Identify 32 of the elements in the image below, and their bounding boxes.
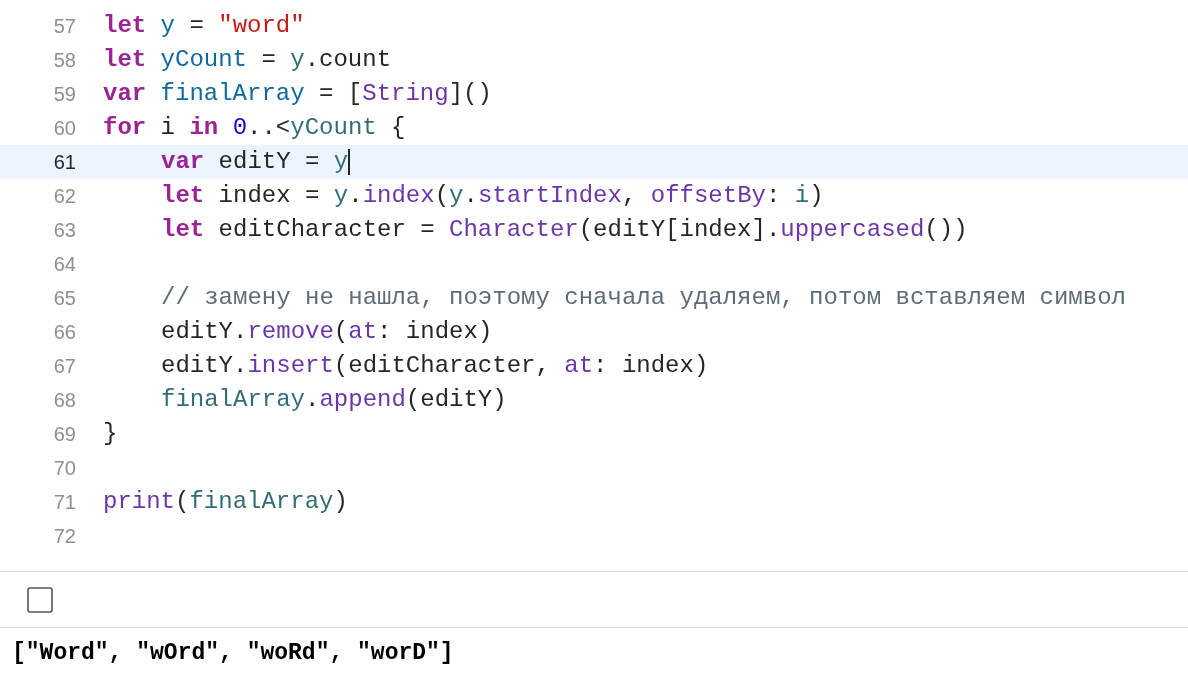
line-number: 65: [52, 286, 76, 311]
line-number: 60: [52, 116, 76, 141]
code-line: let yCount = y.count: [103, 45, 392, 75]
line-number: 72: [52, 524, 76, 549]
line-number: 66: [52, 320, 76, 345]
code-line: let index = y.index(y.startIndex, offsetBy: i): [160, 181, 824, 211]
code-line: for i in 0..<yCount {: [103, 113, 406, 143]
line-number: 69: [52, 422, 76, 447]
code-line: let editCharacter = Character(editY[index].uppercased()): [160, 215, 968, 245]
console-output: ["Word", "wOrd", "woRd", "worD"]: [12, 640, 454, 666]
text-cursor: [348, 149, 351, 175]
line-number: 59: [52, 82, 76, 107]
line-number: 62: [52, 184, 76, 209]
code-line: var finalArray = [String](): [103, 79, 492, 109]
line-number: 58: [52, 48, 76, 73]
code-line: print(finalArray): [103, 487, 348, 517]
line-number: 63: [52, 218, 76, 243]
line-number: 70: [52, 456, 76, 481]
line-number: 67: [52, 354, 76, 379]
line-number: 61: [52, 150, 76, 175]
code-line: let y = "word": [103, 11, 305, 41]
line-number: 68: [52, 388, 76, 413]
code-line: // замену не нашла, поэтому сначала удаляем, потом вставляем символ: [160, 283, 1126, 313]
code-line: var editY = y: [160, 147, 349, 177]
line-number: 64: [52, 252, 76, 277]
code-line: }: [103, 419, 118, 449]
square-icon[interactable]: [27, 586, 53, 613]
code-line: finalArray.append(editY): [160, 385, 507, 415]
code-line: editY.remove(at: index): [160, 317, 493, 347]
line-number: 71: [52, 490, 76, 515]
code-line: editY.insert(editCharacter, at: index): [160, 351, 709, 381]
line-number: 57: [52, 14, 76, 39]
